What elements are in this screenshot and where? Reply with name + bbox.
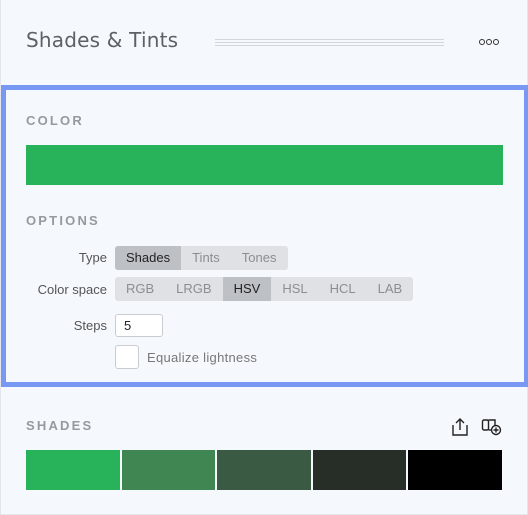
color-space-option-hsv[interactable]: HSV	[222, 277, 272, 301]
options-section-label: OPTIONS	[26, 213, 100, 228]
shade-swatch[interactable]	[121, 450, 216, 490]
color-space-option-hcl[interactable]: HCL	[319, 277, 367, 301]
base-color-swatch[interactable]	[26, 145, 503, 185]
export-button[interactable]	[450, 417, 470, 442]
more-dot-icon	[479, 39, 485, 45]
type-label: Type	[78, 250, 107, 265]
steps-label: Steps	[73, 318, 107, 333]
color-space-segmented-control: RGB LRGB HSV HSL HCL LAB	[115, 277, 414, 301]
steps-input[interactable]	[115, 314, 163, 337]
settings-section: COLOR OPTIONS Type Shades Tints Tones Colo…	[1, 85, 528, 387]
color-space-option-lrgb[interactable]: LRGB	[165, 277, 222, 301]
type-option-tints[interactable]: Tints	[181, 246, 231, 270]
shade-swatch[interactable]	[408, 450, 502, 490]
equalize-lightness-label[interactable]: Equalize lightness	[147, 350, 257, 365]
color-space-option-lab[interactable]: LAB	[367, 277, 414, 301]
share-export-icon	[452, 418, 468, 436]
panel-header: Shades & Tints	[1, 0, 528, 85]
color-space-option-rgb[interactable]: RGB	[115, 277, 165, 301]
shade-swatch[interactable]	[26, 450, 120, 490]
more-dot-icon	[493, 39, 499, 45]
color-space-label: Color space	[37, 282, 107, 297]
header-drag-rule	[215, 39, 444, 47]
shades-tints-panel: Shades & Tints COLOR OPTIONS Type Shades…	[0, 0, 528, 515]
type-option-shades[interactable]: Shades	[115, 246, 182, 270]
color-section-label: COLOR	[26, 113, 84, 128]
more-dot-icon	[486, 39, 492, 45]
add-palette-icon	[481, 419, 502, 436]
shade-swatches	[26, 450, 502, 490]
type-option-tones[interactable]: Tones	[231, 246, 288, 270]
equalize-lightness-checkbox[interactable]	[115, 345, 139, 369]
more-options-button[interactable]	[479, 36, 501, 48]
shades-section-label: SHADES	[26, 418, 94, 433]
color-space-option-hsl[interactable]: HSL	[271, 277, 318, 301]
type-segmented-control: Shades Tints Tones	[115, 246, 288, 270]
shade-swatch[interactable]	[312, 450, 407, 490]
add-palette-button[interactable]	[481, 417, 503, 442]
shade-swatch[interactable]	[217, 450, 311, 490]
panel-title: Shades & Tints	[26, 28, 179, 52]
